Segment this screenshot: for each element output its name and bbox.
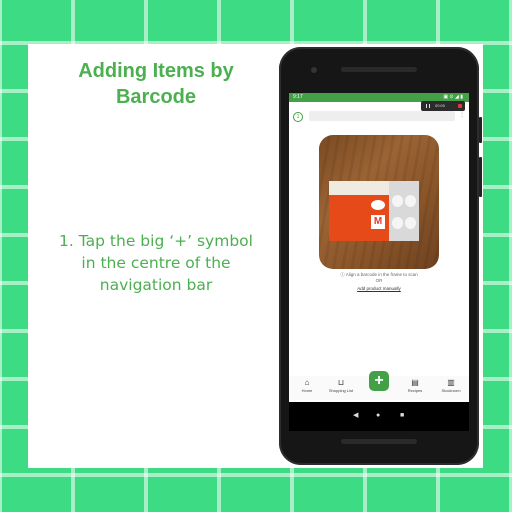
add-item-fab-button[interactable]: + xyxy=(369,371,389,391)
phone-mockup: 9:17 ▣ ⊙ ◢ ▮ 00:00 1 ⋮ M ⓘ Align a barco… xyxy=(279,47,482,465)
status-time: 9:17 xyxy=(293,94,303,100)
nav-label-recipes: Recipes xyxy=(407,388,423,393)
egg xyxy=(405,217,416,229)
nav-label-shopping-list: Shopping List xyxy=(328,388,354,393)
phone-screen: 9:17 ▣ ⊙ ◢ ▮ 00:00 1 ⋮ M ⓘ Align a barco… xyxy=(289,93,469,431)
recipe-icon: ▤ xyxy=(411,378,419,387)
cart-icon: ⊔ xyxy=(337,378,345,387)
egg-tray xyxy=(389,181,419,241)
stockroom-icon: ▥ xyxy=(447,378,455,387)
home-button-icon[interactable]: ● xyxy=(376,412,380,420)
power-button xyxy=(479,117,482,143)
nav-item-shopping-list[interactable]: ⊔ Shopping List xyxy=(323,378,359,393)
egg-carton-image: M xyxy=(329,181,419,241)
nav-item-home[interactable]: ⌂ Home xyxy=(289,378,325,393)
bottom-navigation-bar: ⌂ Home ⊔ Shopping List + ▤ Recipes ▥ Sto… xyxy=(289,371,469,400)
recorder-time: 00:00 xyxy=(435,103,446,108)
instruction-text: 1. Tap the big ‘+’ symbol in the centre … xyxy=(59,232,253,294)
stop-record-icon[interactable] xyxy=(458,104,462,108)
or-text: OR xyxy=(375,278,383,283)
slide-title-line2: Barcode xyxy=(115,86,197,108)
home-icon: ⌂ xyxy=(304,378,310,387)
recents-icon[interactable]: ■ xyxy=(400,412,404,420)
app-search-field[interactable] xyxy=(309,111,455,121)
nav-label-stockroom: Stockroom xyxy=(441,388,461,393)
screen-recorder-widget[interactable]: 00:00 xyxy=(421,101,465,111)
overflow-menu-icon[interactable]: ⋮ xyxy=(459,111,465,118)
system-navigation-bar: ◀ ● ■ xyxy=(289,402,469,431)
volume-button xyxy=(479,157,482,197)
barcode-camera-preview[interactable]: M xyxy=(319,135,439,269)
egg xyxy=(392,217,403,229)
back-icon[interactable]: ◀ xyxy=(353,412,358,420)
nav-item-recipes[interactable]: ▤ Recipes xyxy=(397,378,433,393)
front-camera xyxy=(311,67,317,73)
carton-brand-letter: M xyxy=(371,215,385,229)
add-product-manually-link[interactable]: Add product manually xyxy=(289,286,469,291)
brand-logo xyxy=(371,200,385,210)
nav-label-home: Home xyxy=(301,388,313,393)
egg xyxy=(405,195,416,207)
pause-icon[interactable] xyxy=(426,104,430,108)
scan-hint: ⓘ Align a barcode in the frame to scan O… xyxy=(289,272,469,284)
nav-item-stockroom[interactable]: ▥ Stockroom xyxy=(433,378,469,393)
egg xyxy=(392,195,403,207)
slide-title: Adding Items by Barcode xyxy=(28,58,284,110)
earpiece-speaker xyxy=(341,67,417,72)
slide-title-line1: Adding Items by xyxy=(78,60,234,82)
info-circle-icon[interactable]: 1 xyxy=(293,112,303,122)
bottom-speaker xyxy=(341,439,417,444)
